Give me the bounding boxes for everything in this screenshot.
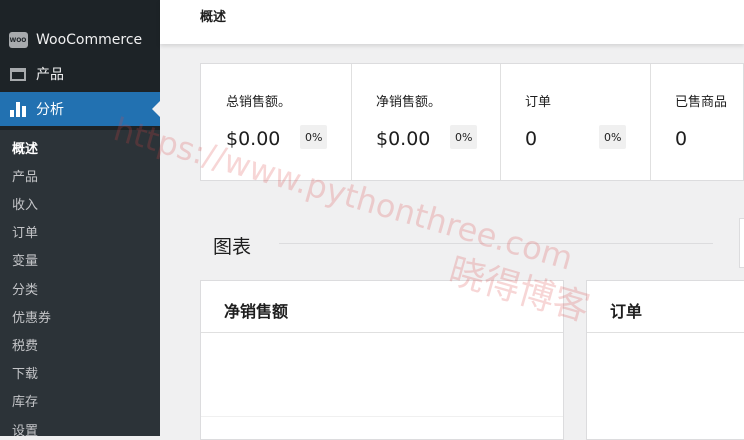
stat-delta-badge: 0%: [599, 125, 627, 149]
stat-label: 净销售额。: [376, 95, 442, 110]
submenu-item-settings[interactable]: 设置: [12, 420, 38, 439]
page-title: 概述: [200, 10, 227, 25]
menu-item-woocommerce[interactable]: WOO WooCommerce: [0, 23, 160, 57]
submenu-item-categories[interactable]: 分类: [12, 279, 38, 298]
submenu-item-orders[interactable]: 订单: [12, 222, 38, 241]
submenu-item-downloads[interactable]: 下载: [12, 363, 38, 382]
panel-divider: [201, 332, 563, 333]
menu-item-label: 分析: [36, 102, 64, 118]
stat-delta-badge: 0%: [300, 125, 328, 149]
woo-badge: WOO: [8, 32, 28, 48]
analytics-submenu: 概述 产品 收入 订单 变量 分类 优惠券 税费 下载 库存 设置: [0, 130, 160, 439]
menu-item-products[interactable]: 产品: [0, 57, 160, 91]
submenu-item-coupons[interactable]: 优惠券: [12, 307, 51, 326]
panel-divider: [587, 332, 744, 333]
stat-delta-badge: 0%: [450, 125, 478, 149]
submenu-item-stock[interactable]: 库存: [12, 391, 38, 410]
chart-panel-title: 净销售额: [224, 302, 289, 321]
submenu-item-overview[interactable]: 概述: [12, 138, 38, 157]
submenu-item-variations[interactable]: 变量: [12, 250, 38, 269]
stat-value: $0.00: [226, 128, 281, 150]
chart-panel-orders: 订单: [586, 280, 744, 440]
stat-value: 0: [675, 128, 688, 150]
woocommerce-icon: WOO: [8, 30, 28, 50]
summary-numbers: 总销售额。 $0.00 0% 净销售额。 $0.00 0% 订单 0 0% 已售…: [200, 63, 744, 181]
chart-panel-title: 订单: [610, 302, 643, 321]
panel-divider: [201, 416, 563, 417]
stat-total-sales[interactable]: 总销售额。 $0.00 0%: [201, 64, 352, 180]
stat-label: 订单: [525, 95, 552, 110]
chart-panel-net-sales: 净销售额: [200, 280, 564, 440]
stat-value: 0: [525, 128, 538, 150]
menu-item-analytics[interactable]: 分析: [0, 92, 160, 126]
admin-sidebar: WOO WooCommerce 产品 分析 概述 产品 收入 订单 变量 分类 …: [0, 0, 160, 439]
analytics-icon: [8, 99, 28, 119]
charts-section-title: 图表: [213, 236, 252, 258]
stat-value: $0.00: [376, 128, 431, 150]
submenu-item-revenue[interactable]: 收入: [12, 194, 38, 213]
stat-items-sold[interactable]: 已售商品 0: [650, 64, 744, 180]
chart-options-button[interactable]: [739, 218, 744, 268]
stat-label: 总销售额。: [226, 95, 292, 110]
stat-net-sales[interactable]: 净销售额。 $0.00 0%: [351, 64, 501, 180]
submenu-item-taxes[interactable]: 税费: [12, 335, 38, 354]
products-icon: [8, 64, 28, 84]
page-header: 概述: [160, 0, 744, 44]
stat-label: 已售商品: [675, 95, 728, 110]
menu-item-label: 产品: [36, 67, 64, 83]
menu-item-label: WooCommerce: [36, 32, 143, 48]
section-divider: [279, 243, 713, 244]
stat-orders[interactable]: 订单 0 0%: [500, 64, 651, 180]
submenu-item-products[interactable]: 产品: [12, 166, 38, 185]
